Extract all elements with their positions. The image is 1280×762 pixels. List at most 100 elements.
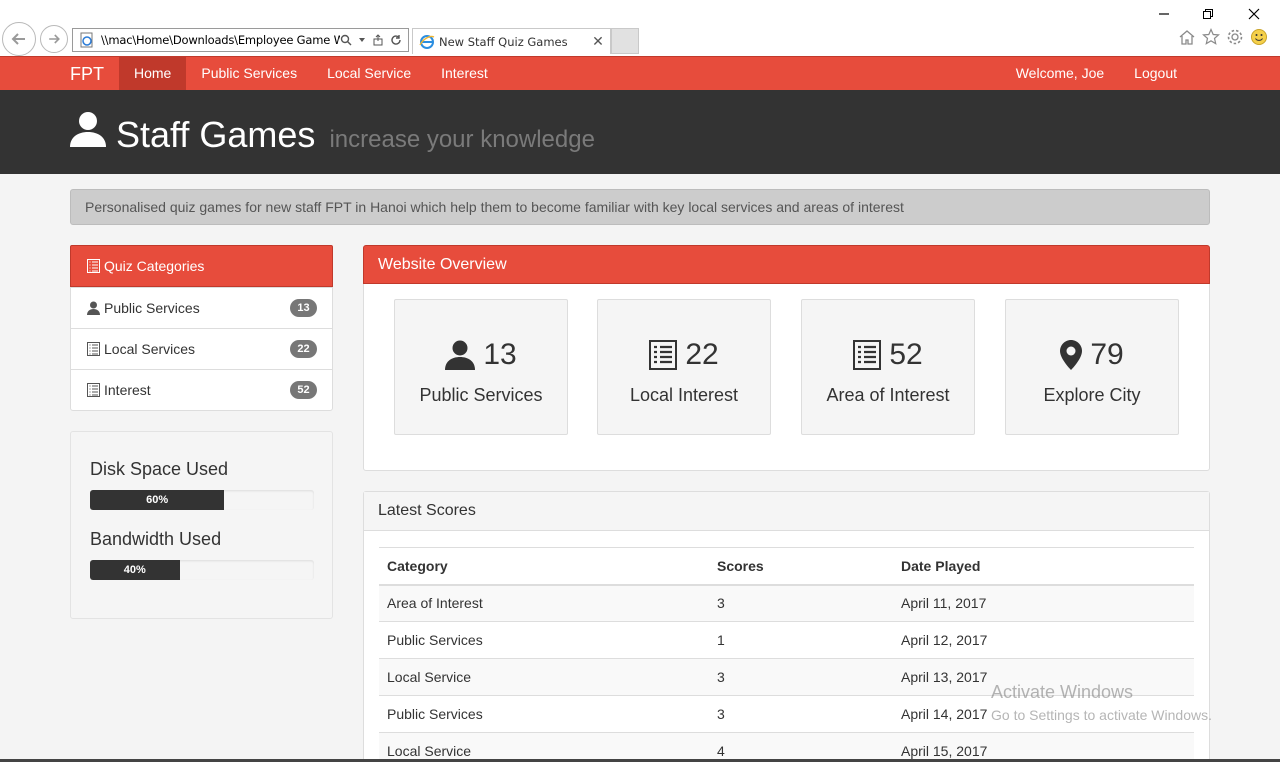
- website-overview-heading: Website Overview: [363, 245, 1210, 284]
- minimize-icon: [1159, 13, 1169, 15]
- sidebar-item-label: Public Services: [104, 300, 200, 316]
- logout-link[interactable]: Logout: [1119, 57, 1192, 90]
- list-icon: [853, 340, 882, 370]
- cell-score: 3: [709, 584, 893, 622]
- overview-number: 52: [889, 338, 923, 371]
- site-navbar: FPT Home Public Services Local Service I…: [0, 56, 1280, 90]
- new-tab-button[interactable]: [611, 28, 639, 54]
- address-bar[interactable]: \\mac\Home\Downloads\Employee Game W: [72, 28, 409, 52]
- cell-category: Local Service: [379, 732, 709, 762]
- website-overview-panel: Website Overview 13 Public Services 22 L…: [363, 245, 1210, 471]
- sidebar-item-interest[interactable]: Interest 52: [71, 369, 332, 410]
- quiz-categories-heading[interactable]: Quiz Categories: [70, 245, 333, 287]
- cell-score: 3: [709, 658, 893, 696]
- count-badge: 22: [290, 340, 317, 358]
- quiz-categories: Quiz Categories Public Services 13 Local…: [70, 245, 333, 411]
- page-icon: [80, 32, 93, 48]
- nav-public-services[interactable]: Public Services: [186, 57, 312, 90]
- nav-links: Home Public Services Local Service Inter…: [119, 57, 503, 90]
- user-icon: [445, 340, 476, 370]
- nav-interest[interactable]: Interest: [426, 57, 503, 90]
- search-icon[interactable]: [340, 34, 352, 46]
- list-icon: [649, 340, 678, 370]
- smiley-icon[interactable]: [1250, 28, 1268, 46]
- cell-category: Local Service: [379, 658, 709, 696]
- close-window-button[interactable]: [1232, 4, 1276, 24]
- ie-icon: [419, 34, 435, 49]
- count-badge: 52: [290, 381, 317, 399]
- page-subtitle: increase your knowledge: [329, 126, 595, 153]
- star-icon[interactable]: [1202, 28, 1220, 46]
- overview-label: Explore City: [1043, 385, 1141, 405]
- disk-space-label: Disk Space Used: [90, 459, 229, 479]
- nav-home[interactable]: Home: [119, 57, 187, 90]
- cell-date: April 11, 2017: [893, 584, 1194, 622]
- address-url[interactable]: \\mac\Home\Downloads\Employee Game W: [101, 33, 340, 47]
- minimize-button[interactable]: [1142, 4, 1186, 24]
- intro-text: Personalised quiz games for new staff FP…: [70, 189, 1210, 225]
- table-row: Area of Interest 3 April 11, 2017: [379, 584, 1194, 622]
- restore-button[interactable]: [1186, 4, 1230, 24]
- nav-user: Welcome, Joe Logout: [1001, 57, 1192, 90]
- list-icon: [87, 342, 100, 356]
- activate-windows-subtitle: Go to Settings to activate Windows.: [991, 707, 1212, 723]
- quiz-categories-label: Quiz Categories: [104, 258, 205, 274]
- home-icon[interactable]: [1178, 28, 1196, 46]
- browser-chrome: \\mac\Home\Downloads\Employee Game W New…: [0, 0, 1280, 56]
- page-header: Staff Games increase your knowledge: [0, 90, 1280, 174]
- disk-space-bar: 60%: [90, 490, 225, 510]
- forward-button[interactable]: [40, 25, 68, 53]
- restore-icon: [1203, 9, 1213, 19]
- table-row: Public Services 1 April 12, 2017: [379, 621, 1194, 659]
- bandwidth-progress: 40%: [90, 560, 314, 580]
- cell-category: Area of Interest: [379, 584, 709, 622]
- disk-space-progress: 60%: [90, 490, 314, 510]
- overview-label: Public Services: [419, 385, 543, 405]
- page-title: Staff Games increase your knowledge: [116, 114, 595, 156]
- title-text: Staff Games: [116, 114, 316, 155]
- chevron-down-icon[interactable]: [358, 36, 366, 44]
- list-icon: [87, 383, 100, 397]
- activate-windows-title: Activate Windows: [991, 682, 1134, 702]
- arrow-left-icon: [11, 33, 25, 45]
- close-tab-icon[interactable]: ✕: [590, 33, 606, 50]
- cell-category: Public Services: [379, 695, 709, 733]
- browser-tab[interactable]: New Staff Quiz Games ✕: [412, 28, 611, 54]
- cell-date: April 15, 2017: [893, 732, 1194, 762]
- back-button[interactable]: [2, 22, 36, 56]
- overview-tile-explore-city: 79 Explore City: [1005, 299, 1179, 435]
- cell-score: 3: [709, 695, 893, 733]
- nav-local-service[interactable]: Local Service: [312, 57, 426, 90]
- tab-title: New Staff Quiz Games: [439, 34, 568, 49]
- overview-tile-public-services: 13 Public Services: [394, 299, 568, 435]
- user-icon: [70, 112, 106, 147]
- count-badge: 13: [290, 299, 317, 317]
- cell-score: 4: [709, 732, 893, 762]
- overview-tile-local-interest: 22 Local Interest: [597, 299, 771, 435]
- brand-link[interactable]: FPT: [70, 64, 104, 85]
- column-header: Scores: [709, 547, 893, 586]
- cell-date: April 12, 2017: [893, 621, 1194, 659]
- arrow-right-icon: [49, 34, 60, 44]
- refresh-icon[interactable]: [390, 34, 402, 46]
- gear-icon[interactable]: [1226, 28, 1244, 46]
- column-header: Date Played: [893, 547, 1194, 586]
- overview-number: 13: [483, 338, 517, 371]
- list-icon: [87, 259, 100, 273]
- compatibility-icon[interactable]: [372, 34, 384, 46]
- column-header: Category: [379, 547, 709, 586]
- scores-table: Category Scores Date Played Area of Inte…: [379, 547, 1194, 762]
- sidebar-item-public-services[interactable]: Public Services 13: [71, 287, 332, 328]
- overview-number: 22: [685, 338, 719, 371]
- overview-tile-area-of-interest: 52 Area of Interest: [801, 299, 975, 435]
- welcome-link[interactable]: Welcome, Joe: [1001, 57, 1119, 90]
- table-header-row: Category Scores Date Played: [379, 547, 1194, 586]
- sidebar-item-local-services[interactable]: Local Services 22: [71, 328, 332, 369]
- sidebar-item-label: Interest: [104, 382, 151, 398]
- sidebar-item-label: Local Services: [104, 341, 196, 357]
- browser-tools: [1178, 28, 1268, 46]
- user-icon: [87, 301, 100, 315]
- cell-score: 1: [709, 621, 893, 659]
- cell-category: Public Services: [379, 621, 709, 659]
- usage-well: Disk Space Used 60% Bandwidth Used 40%: [70, 431, 333, 619]
